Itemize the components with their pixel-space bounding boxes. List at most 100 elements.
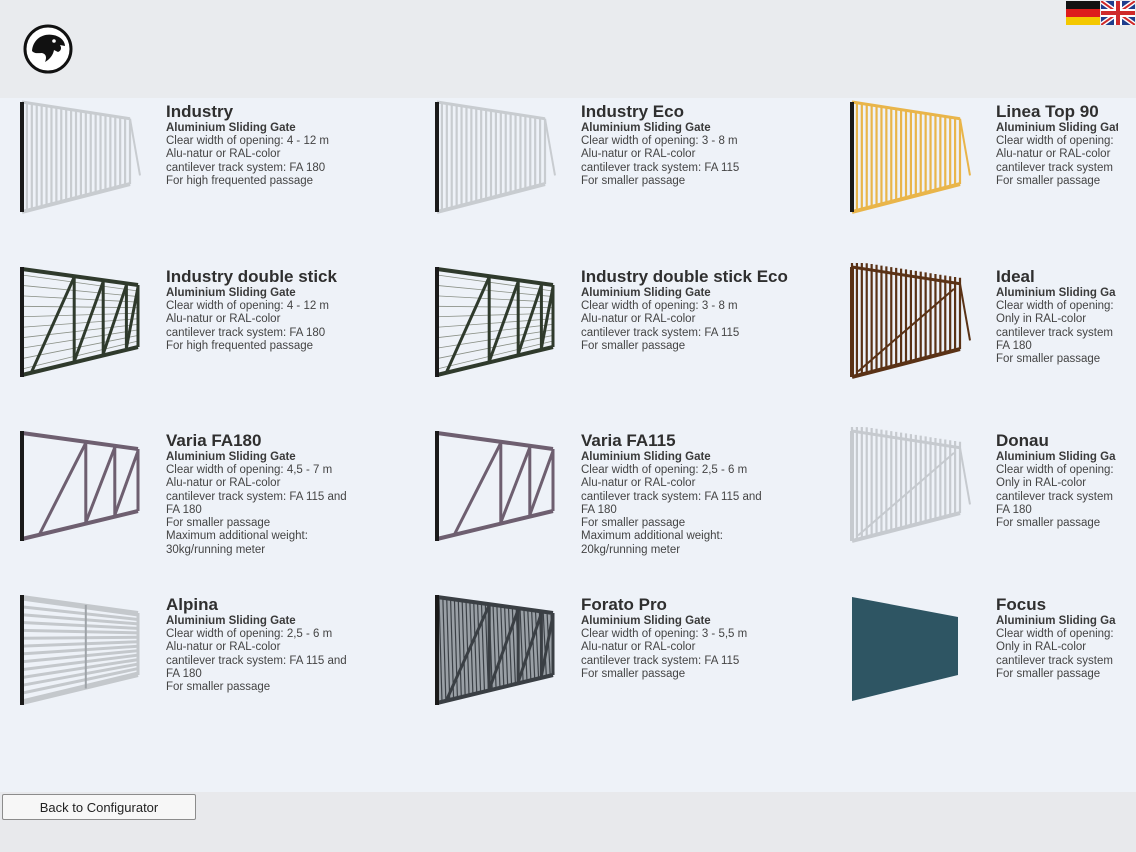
gate-card[interactable]: Varia FA180 Aluminium Sliding Gate Clear w… (0, 427, 400, 587)
gate-spec-line: Only in RAL-color (996, 313, 1087, 326)
gate-card[interactable]: Forato Pro Aluminium Sliding Gate Clear wi… (415, 591, 815, 751)
gate-spec-line: Alu-natur or RAL-color (166, 148, 281, 161)
gate-card[interactable]: Alpina Aluminium Sliding Gate Clear width … (0, 591, 400, 751)
gate-card[interactable]: Ideal Aluminium Sliding Ga Clear width of … (830, 261, 1136, 423)
back-to-configurator-button[interactable]: Back to Configurator (2, 794, 196, 820)
eagle-logo-icon (23, 24, 73, 74)
german-flag-icon[interactable] (1066, 1, 1100, 25)
gate-subtitle: Aluminium Sliding Gate (996, 122, 1118, 134)
gate-spec-line: cantilever track system: FA 115 and (581, 490, 762, 503)
gate-spec-line: cantilever track system (996, 161, 1113, 174)
gate-subtitle: Aluminium Sliding Gate (581, 615, 711, 627)
gate-title: Industry double stick (166, 267, 337, 286)
gate-spec-line: Only in RAL-color (996, 641, 1087, 654)
gate-spec-line: cantilever track system: FA 115 (581, 654, 740, 667)
gate-spec-line: Alu-natur or RAL-color (581, 641, 696, 654)
gate-title: Industry Eco (581, 102, 684, 121)
gate-description: Focus Aluminium Sliding Ga Clear width of … (996, 595, 1118, 681)
gate-spec-line: Only in RAL-color (996, 477, 1087, 490)
gate-card[interactable]: Industry Eco Aluminium Sliding Gate Clear … (415, 98, 815, 258)
gate-spec-line: Alu-natur or RAL-color (166, 477, 281, 490)
gate-thumbnail (830, 261, 990, 393)
gate-spec-line: For smaller passage (166, 517, 271, 530)
gate-subtitle: Aluminium Sliding Gate (166, 615, 296, 627)
gate-spec-line: 30kg/running meter (166, 543, 266, 556)
gate-title: Industry (166, 102, 234, 121)
gate-title: Varia FA115 (581, 431, 676, 450)
gate-spec-line: cantilever track system: FA 115 (581, 161, 740, 174)
gate-spec-line: FA 180 (166, 503, 202, 516)
gate-thumbnail (0, 427, 160, 557)
gate-spec-line: Clear width of opening: 2,5 - 6 m (166, 628, 333, 640)
gate-subtitle: Aluminium Sliding Gate (581, 287, 711, 299)
gate-card[interactable]: Industry Aluminium Sliding Gate Clear widt… (0, 98, 400, 258)
gate-card[interactable]: Varia FA115 Aluminium Sliding Gate Clear w… (415, 427, 815, 587)
gate-description: Linea Top 90 Aluminium Sliding Gate Clear … (996, 102, 1118, 188)
uk-flag-icon[interactable] (1101, 1, 1135, 25)
gate-title: Varia FA180 (166, 431, 262, 450)
gate-spec-line: Clear width of opening: 2,5 - 6 m (581, 464, 748, 476)
gate-description: Varia FA115 Aluminium Sliding Gate Clear w… (581, 431, 801, 557)
gate-description: Industry double stick Eco Aluminium Slidi… (581, 267, 801, 353)
gate-title: Industry double stick Eco (581, 267, 788, 286)
gate-spec-line: Alu-natur or RAL-color (581, 477, 696, 490)
gate-spec-line: For smaller passage (581, 339, 686, 352)
gate-description: Industry Eco Aluminium Sliding Gate Clear … (581, 102, 801, 188)
gate-card[interactable]: Focus Aluminium Sliding Ga Clear width of … (830, 591, 1136, 751)
gate-spec-line: For high frequented passage (166, 339, 314, 352)
gate-card[interactable]: Donau Aluminium Sliding Ga Clear width of … (830, 425, 1136, 587)
header-bar (0, 0, 1136, 98)
gate-subtitle: Aluminium Sliding Gate (166, 122, 296, 134)
gate-spec-line: cantilever track system: FA 115 and (166, 654, 347, 667)
gate-card[interactable]: Linea Top 90 Aluminium Sliding Gate Clear … (830, 98, 1136, 258)
gate-spec-line: For smaller passage (581, 517, 686, 530)
gate-spec-line: Alu-natur or RAL-color (166, 641, 281, 654)
gate-description: Forato Pro Aluminium Sliding Gate Clear wi… (581, 595, 801, 681)
gate-spec-line: FA 180 (166, 667, 202, 680)
gate-spec-line: Alu-natur or RAL-color (996, 148, 1111, 161)
gate-spec-line: cantilever track system (996, 326, 1113, 339)
gate-title: Linea Top 90 (996, 102, 1099, 121)
gate-thumbnail (415, 263, 575, 393)
gate-card[interactable]: Industry double stick Eco Aluminium Slidi… (415, 263, 815, 423)
gate-spec-line: Clear width of opening: 4 - 12 m (166, 135, 330, 147)
gate-spec-line: Alu-natur or RAL-color (581, 148, 696, 161)
gate-spec-line: Clear width of opening: 3 - 8 m (581, 300, 738, 312)
gate-description: Industry Aluminium Sliding Gate Clear widt… (166, 102, 386, 188)
gate-title: Alpina (166, 595, 218, 614)
gate-title: Forato Pro (581, 595, 667, 614)
gate-spec-line: Clear width of opening: (996, 135, 1114, 147)
gate-spec-line: FA 180 (996, 339, 1032, 352)
gate-thumbnail (0, 263, 160, 393)
gate-description: Donau Aluminium Sliding Ga Clear width of … (996, 431, 1118, 530)
gate-spec-line: For smaller passage (996, 517, 1101, 530)
gate-spec-line: Clear width of opening: 3 - 5,5 m (581, 628, 748, 640)
gate-title: Focus (996, 595, 1047, 614)
gate-subtitle: Aluminium Sliding Ga (996, 451, 1116, 463)
gate-spec-line: cantilever track system: FA 180 (166, 326, 326, 339)
gate-spec-line: For smaller passage (996, 667, 1101, 680)
gate-thumbnail (415, 98, 575, 228)
gate-subtitle: Aluminium Sliding Gate (166, 287, 296, 299)
gate-spec-line: For smaller passage (996, 174, 1101, 187)
gate-subtitle: Aluminium Sliding Gate (581, 451, 711, 463)
gate-title: Donau (996, 431, 1049, 450)
gate-spec-line: For high frequented passage (166, 174, 314, 187)
gate-title: Ideal (996, 267, 1035, 286)
gate-spec-line: Clear width of opening: (996, 628, 1114, 640)
gate-spec-line: For smaller passage (581, 174, 686, 187)
gate-spec-line: Alu-natur or RAL-color (166, 313, 281, 326)
gate-spec-line: FA 180 (581, 503, 617, 516)
gate-subtitle: Aluminium Sliding Gate (581, 122, 711, 134)
gate-description: Industry double stick Aluminium Sliding G… (166, 267, 386, 353)
gate-subtitle: Aluminium Sliding Ga (996, 615, 1116, 627)
gate-spec-line: cantilever track system: FA 115 and (166, 490, 347, 503)
gate-subtitle: Aluminium Sliding Gate (166, 451, 296, 463)
gate-card[interactable]: Industry double stick Aluminium Sliding G… (0, 263, 400, 423)
gate-thumbnail (830, 591, 990, 721)
gate-spec-line: cantilever track system: FA 180 (166, 161, 326, 174)
gate-spec-line: cantilever track system (996, 654, 1113, 667)
gate-spec-line: Clear width of opening: 3 - 8 m (581, 135, 738, 147)
gate-spec-line: For smaller passage (166, 681, 271, 694)
gate-thumbnail (830, 98, 990, 228)
